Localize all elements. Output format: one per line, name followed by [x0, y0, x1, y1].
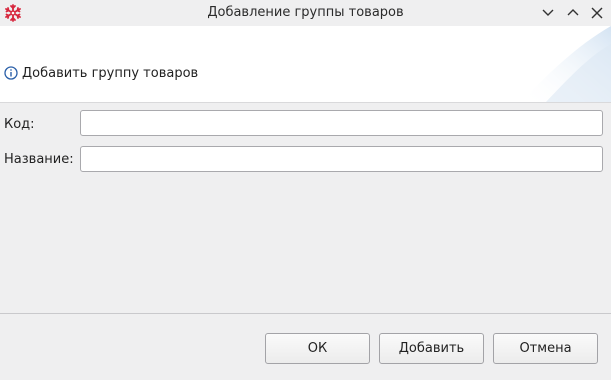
header-divider [0, 102, 611, 103]
info-icon [4, 66, 18, 80]
name-input[interactable] [80, 146, 603, 172]
ok-button[interactable]: ОК [265, 333, 370, 364]
header-decoration [521, 26, 611, 102]
title-bar: Добавление группы товаров [0, 0, 611, 26]
minimize-icon [539, 4, 557, 22]
add-button[interactable]: Добавить [379, 333, 484, 364]
maximize-button[interactable] [564, 4, 582, 22]
dialog-header: Добавить группу товаров [0, 26, 611, 102]
code-label: Код: [4, 117, 35, 132]
minimize-button[interactable] [539, 4, 557, 22]
footer-divider [0, 313, 611, 314]
header-message: Добавить группу товаров [22, 66, 199, 81]
code-input[interactable] [80, 110, 603, 136]
window-title: Добавление группы товаров [207, 5, 404, 20]
maximize-icon [564, 4, 582, 22]
close-icon [588, 4, 606, 22]
close-button[interactable] [588, 4, 606, 22]
name-label: Название: [4, 152, 74, 167]
cancel-button[interactable]: Отмена [493, 333, 598, 364]
